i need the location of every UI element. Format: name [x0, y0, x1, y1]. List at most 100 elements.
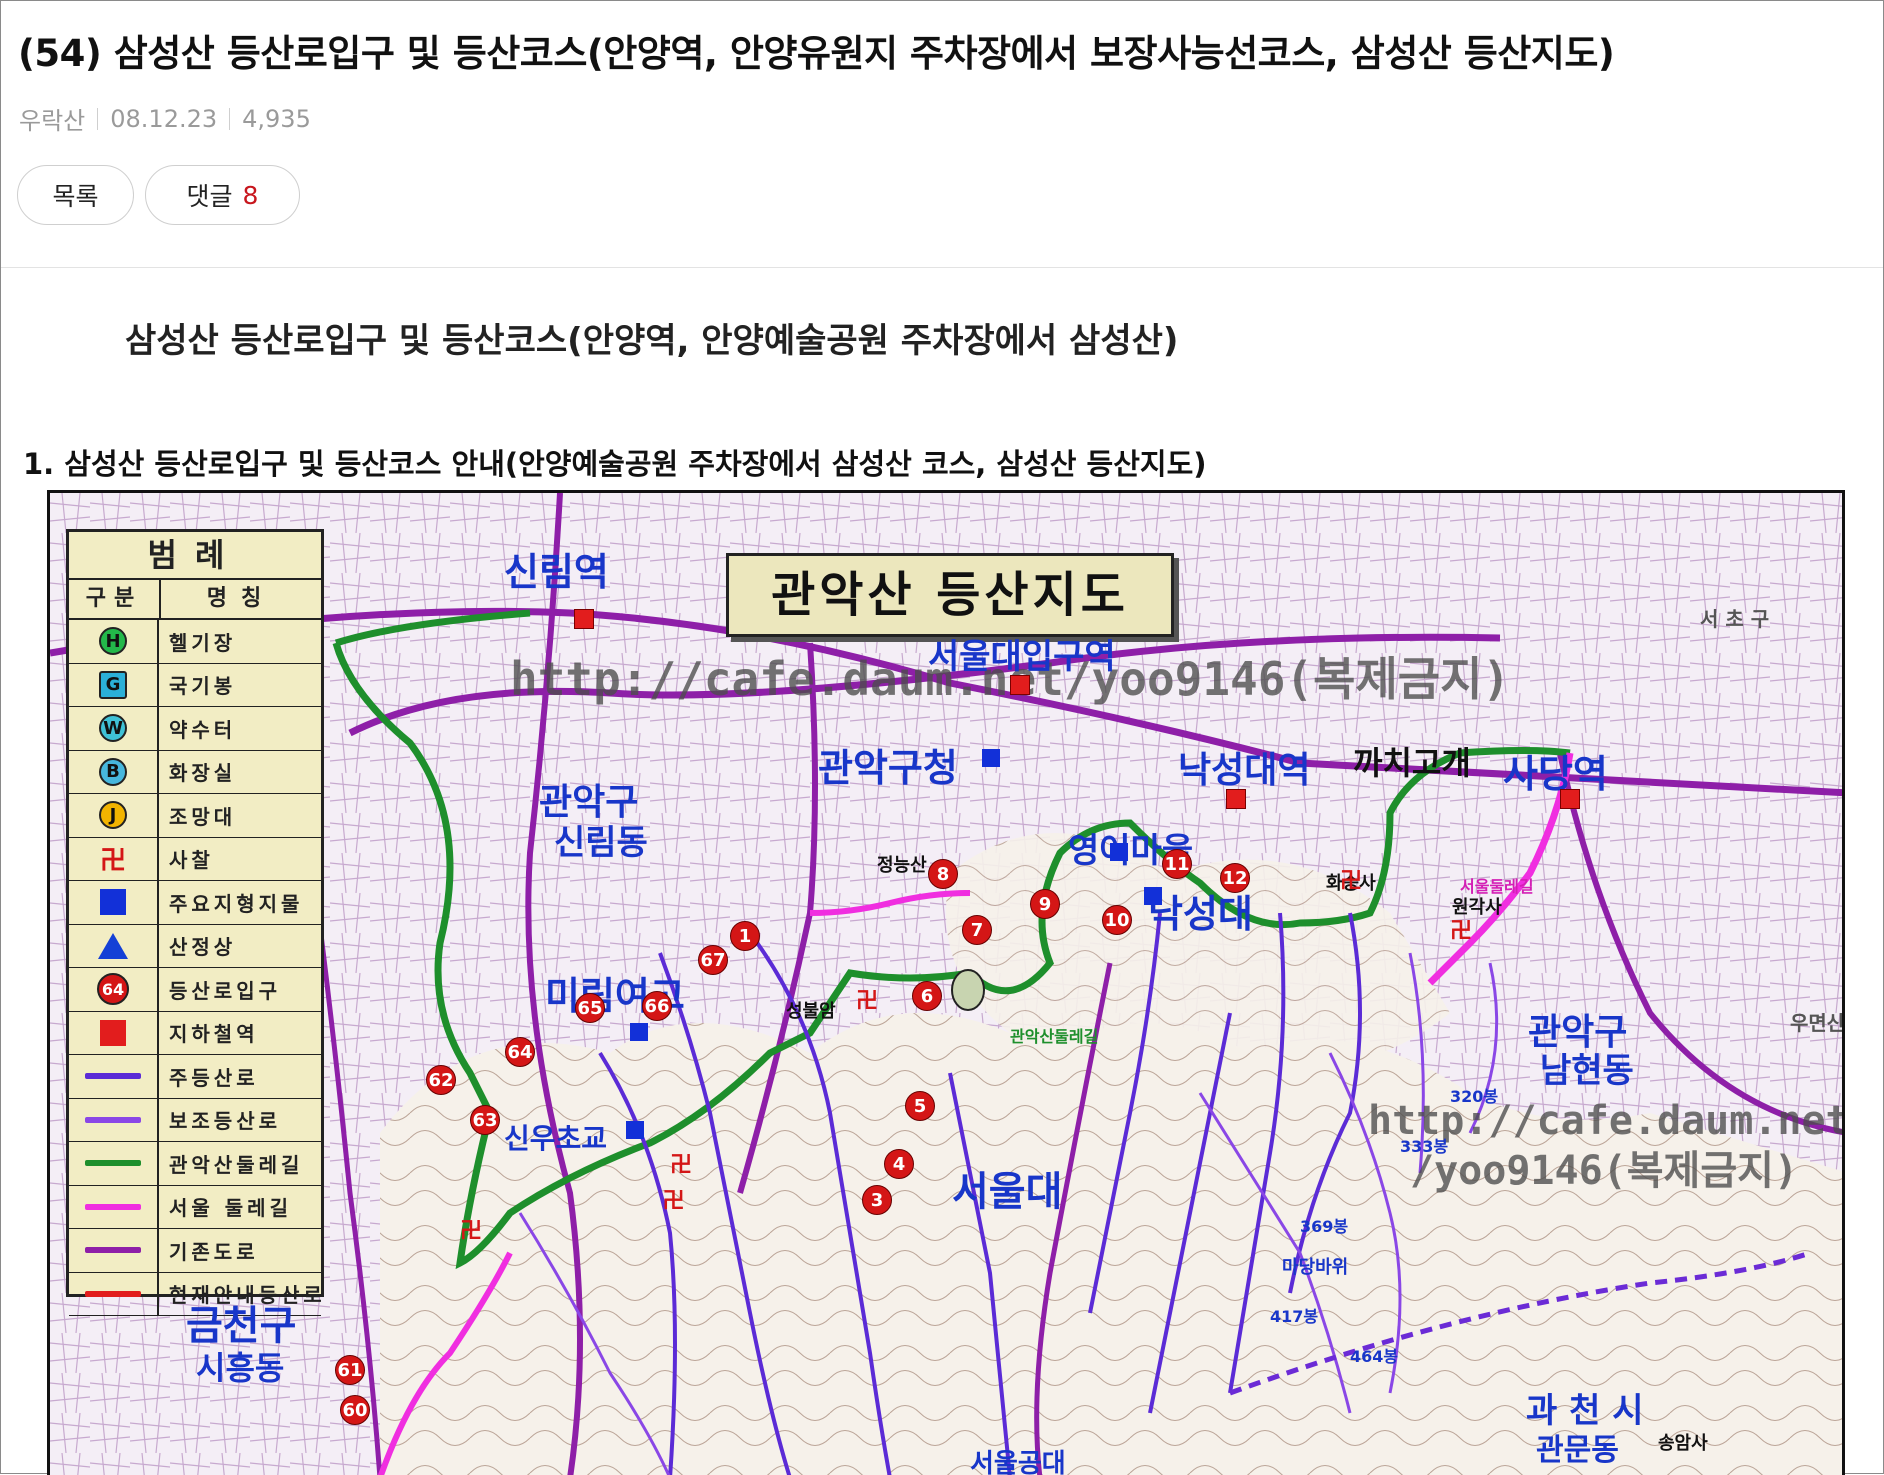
place-464: 464봉 [1350, 1347, 1399, 1366]
legend-symbol [69, 1229, 159, 1272]
place-gwanmun-dong: 관문동 [1536, 1433, 1619, 1468]
legend-name: 조망대 [169, 804, 237, 829]
temple-icon: 卍 [1340, 869, 1363, 894]
legend-name: 서울 둘레길 [169, 1196, 292, 1221]
comment-button[interactable]: 댓글 8 [145, 165, 300, 225]
trail-entrance-marker: 11 [1162, 849, 1192, 879]
place-gwanak-office: 관악구청 [818, 746, 958, 790]
legend-row: 기존도로 [69, 1229, 321, 1273]
trail-entrance-marker: 7 [962, 915, 992, 945]
legend-symbol [69, 1142, 159, 1185]
trail-entrance-marker: 9 [1030, 889, 1060, 919]
view-count: 4,935 [242, 104, 311, 133]
watermark-line2: /yoo9146(복제금지) [1410, 1148, 1799, 1194]
legend-symbol: 卍 [69, 837, 159, 880]
legend-row: G 국기봉 [69, 663, 321, 707]
legend-row: 산정상 [69, 924, 321, 968]
subway-seoul-univ [1010, 675, 1030, 695]
legend-name: 지하철역 [169, 1022, 259, 1047]
trail-entrance-marker: 12 [1220, 863, 1250, 893]
meta-divider [97, 107, 99, 130]
place-madang: 마당바위 [1282, 1257, 1349, 1278]
legend-name: 국기봉 [169, 674, 237, 699]
place-320: 320봉 [1450, 1087, 1499, 1106]
meta-divider [229, 107, 231, 130]
legend-symbol-glyph [85, 1160, 141, 1167]
legend-symbol [69, 881, 159, 924]
legend-row: W 약수터 [69, 707, 321, 751]
post-title: (54) 삼성산 등산로입구 및 등산코스(안양역, 안양유원지 주차장에서 보… [18, 32, 1615, 75]
legend-symbol-glyph: 64 [97, 973, 129, 1006]
legend-symbol: B [69, 750, 159, 793]
legend-name: 사찰 [169, 848, 214, 873]
legend-symbol [69, 1055, 159, 1098]
legend-symbol-glyph: J [99, 801, 127, 830]
author-name[interactable]: 우락산 [19, 101, 85, 136]
place-333: 333봉 [1400, 1137, 1449, 1156]
legend-name: 관악산둘레길 [169, 1152, 304, 1177]
place-seoul-dulle: 서울둘레길 [1460, 877, 1534, 896]
legend-name: 주요지형지물 [169, 891, 304, 916]
temple-icon: 卍 [662, 1189, 685, 1214]
legend-title: 범례 [69, 532, 321, 580]
temple-icon: 卍 [670, 1153, 693, 1178]
place-sillim-station: 신림역 [504, 550, 609, 594]
post-date: 08.12.23 [110, 104, 218, 133]
post-header: (54) 삼성산 등산로입구 및 등산코스(안양역, 안양유원지 주차장에서 보… [1, 1, 1883, 268]
place-seocho: 서 초 구 [1700, 607, 1770, 631]
map-title: 관악산 등산지도 [726, 553, 1174, 637]
place-seoul-park: 서울공대 [970, 1449, 1066, 1475]
legend-name: 헬기장 [169, 630, 237, 655]
legend-col-type: 구분 [69, 580, 161, 618]
temple-icon: 卍 [856, 989, 879, 1014]
place-seongbul: 성불암 [786, 1001, 836, 1022]
trail-entrance-marker: 61 [335, 1355, 365, 1385]
legend-name: 보조등산로 [169, 1109, 281, 1134]
legend-symbol [69, 1272, 159, 1315]
place-sinwoo: 신우초교 [504, 1122, 608, 1155]
legend-symbol-glyph [85, 1203, 141, 1210]
trail-entrance-marker: 4 [884, 1149, 914, 1179]
section-heading: 1. 삼성산 등산로입구 및 등산코스 안내(안양예술공원 주차장에서 삼성산 … [23, 447, 1207, 481]
landmark-nakseongdae [1144, 887, 1162, 905]
trail-entrance-marker: 60 [340, 1395, 370, 1425]
legend-row: H 헬기장 [69, 620, 321, 664]
landmark-sinwoo [626, 1121, 644, 1139]
legend-symbol-glyph [100, 889, 126, 916]
legend-name: 약수터 [169, 717, 237, 742]
comment-button-label: 댓글 [186, 182, 233, 211]
legend-row: 주등산로 [69, 1055, 321, 1099]
legend-row: 보조등산로 [69, 1098, 321, 1142]
place-kkachi: 까치고개 [1353, 744, 1471, 782]
legend-symbol-glyph [100, 1019, 126, 1046]
legend-symbol [69, 1098, 159, 1141]
landmark-yeongeo [1110, 843, 1128, 861]
landmark-gwanak-office [982, 749, 1000, 767]
legend-symbol: 64 [69, 968, 159, 1011]
legend-symbol-glyph: W [99, 714, 127, 743]
legend-symbol-glyph: B [99, 757, 127, 786]
legend-symbol: G [69, 663, 159, 706]
place-417: 417봉 [1270, 1307, 1319, 1326]
trail-entrance-marker: 65 [575, 993, 605, 1023]
legend-symbol [69, 924, 159, 967]
trail-entrance-marker: 1 [730, 921, 760, 951]
legend-rows: H 헬기장 G 국기봉 W 약수터 B 화장실 J 조망대 卍 사찰 주요지형지물 산정상 64 등산로입구 지… [69, 620, 321, 1316]
trail-entrance-marker: 8 [928, 859, 958, 889]
place-songam: 송암사 [1658, 1433, 1708, 1454]
legend-symbol-glyph [85, 1247, 141, 1254]
legend-name: 등산로입구 [169, 978, 281, 1003]
list-button[interactable]: 목록 [17, 165, 134, 225]
legend-symbol-glyph [85, 1290, 141, 1297]
place-jeongneungsan: 정능산 [877, 855, 927, 876]
trail-entrance-marker: 64 [505, 1037, 535, 1067]
legend-row: 64 등산로입구 [69, 968, 321, 1012]
landmark-mirim [630, 1023, 648, 1041]
place-sadang-station: 사당역 [1503, 752, 1608, 796]
legend-row: 관악산둘레길 [69, 1142, 321, 1186]
legend-symbol-glyph [85, 1116, 141, 1123]
place-gwanak-dulle: 관악산둘레길 [1010, 1027, 1099, 1046]
subway-sadang [1560, 789, 1580, 809]
trail-entrance-marker: 62 [426, 1065, 456, 1095]
place-seoul-univ: 서울대 [952, 1169, 1063, 1215]
